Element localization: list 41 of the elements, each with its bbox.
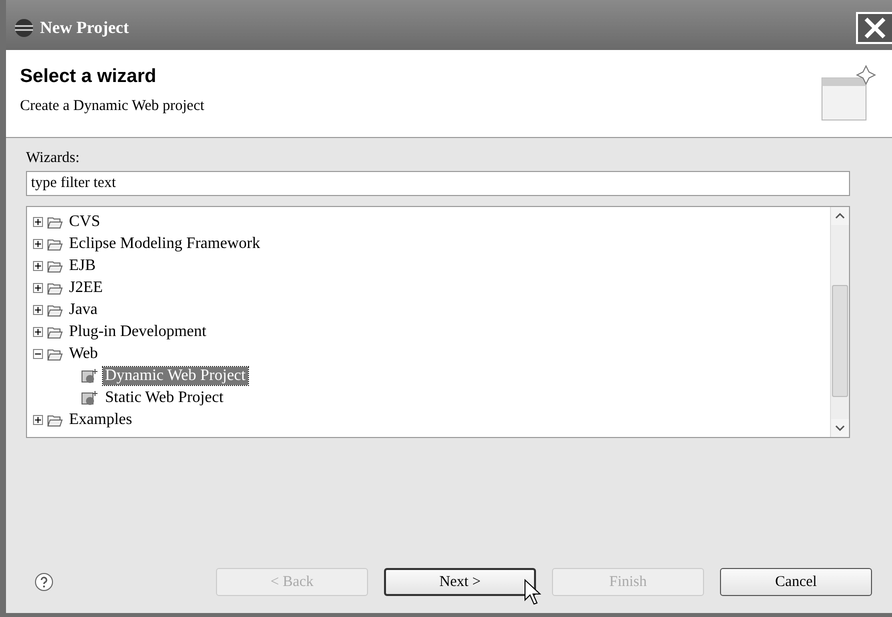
- window-title: New Project: [40, 18, 130, 38]
- globe-icon: [14, 18, 34, 38]
- collapse-icon[interactable]: [33, 349, 43, 359]
- wizards-label: Wizards:: [26, 150, 81, 167]
- tree-item[interactable]: EJB: [67, 257, 98, 275]
- expand-icon[interactable]: [33, 305, 43, 315]
- expand-icon[interactable]: [33, 283, 43, 293]
- expand-icon[interactable]: [33, 239, 43, 249]
- expand-icon[interactable]: [33, 217, 43, 227]
- help-icon[interactable]: [34, 572, 54, 592]
- folder-icon: [47, 347, 63, 361]
- page-title: Select a wizard: [20, 66, 158, 88]
- tree-item[interactable]: CVS: [67, 213, 102, 231]
- tree-item[interactable]: J2EE: [67, 279, 105, 297]
- folder-icon: [47, 259, 63, 273]
- scrollbar[interactable]: [830, 207, 849, 437]
- tree-item[interactable]: Web: [67, 345, 100, 363]
- expand-icon[interactable]: [33, 261, 43, 271]
- tree-item[interactable]: Examples: [67, 411, 134, 429]
- folder-icon: [47, 215, 63, 229]
- tree-item[interactable]: Static Web Project: [103, 389, 226, 407]
- folder-icon: [47, 325, 63, 339]
- wizard-button[interactable]: Cancel: [720, 568, 872, 596]
- folder-icon: [47, 413, 63, 427]
- tree-item[interactable]: Eclipse Modeling Framework: [67, 235, 262, 253]
- folder-icon: [47, 237, 63, 251]
- tree-item[interactable]: Plug-in Development: [67, 323, 208, 341]
- expand-icon[interactable]: [33, 415, 43, 425]
- project-icon: [81, 390, 99, 406]
- project-icon: [81, 368, 99, 384]
- tree-item[interactable]: Java: [67, 301, 100, 319]
- folder-icon: [47, 281, 63, 295]
- wizard-button[interactable]: Next >: [384, 568, 536, 596]
- filter-field[interactable]: type filter text: [26, 171, 850, 196]
- close-button[interactable]: [856, 12, 892, 44]
- expand-icon[interactable]: [33, 327, 43, 337]
- folder-icon: [47, 303, 63, 317]
- pointer-icon: [524, 579, 542, 605]
- tree-item[interactable]: Dynamic Web Project: [103, 367, 248, 385]
- close-icon: [863, 16, 887, 40]
- page-description: Create a Dynamic Web project: [20, 98, 206, 115]
